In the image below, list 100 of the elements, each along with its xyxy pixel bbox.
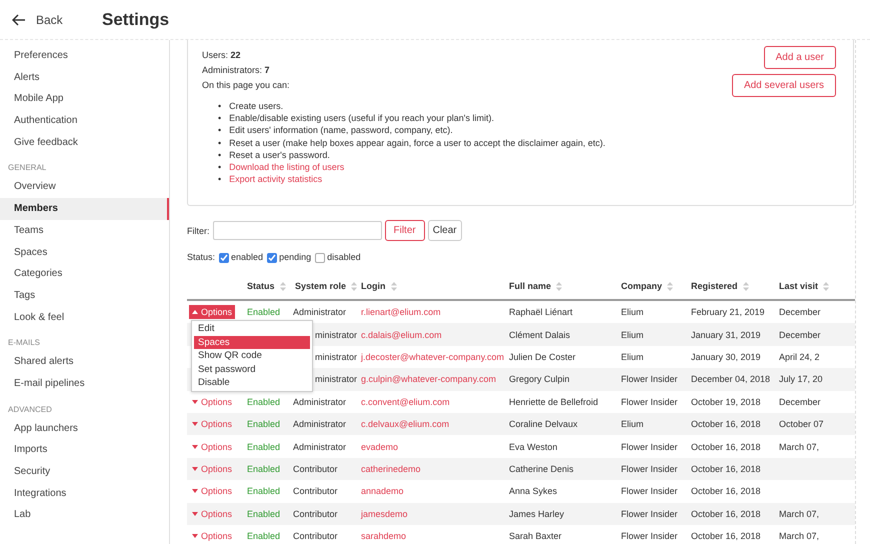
login-link[interactable]: j.decoster@whatever-company.com: [361, 352, 504, 362]
status-cell: Enabled: [247, 307, 280, 318]
add-user-button[interactable]: Add several users: [732, 74, 836, 97]
sidebar-item[interactable]: E-mail pipelines: [0, 372, 169, 395]
caret-icon[interactable]: [192, 489, 198, 494]
sidebar-item[interactable]: Overview: [0, 176, 169, 198]
login-link[interactable]: jamesdemo: [361, 508, 408, 519]
sidebar-item[interactable]: Imports: [0, 439, 169, 461]
status-cell: Enabled: [247, 396, 280, 407]
role-cell: ministrator: [315, 330, 358, 340]
menu-item[interactable]: Spaces: [194, 336, 310, 349]
date-cell: March 07,: [779, 531, 820, 542]
checkbox[interactable]: [267, 253, 278, 263]
sidebar-item[interactable]: Shared alerts: [0, 351, 169, 373]
caret-icon[interactable]: [192, 512, 198, 516]
login-link[interactable]: sarahdemo: [361, 531, 406, 542]
sidebar-item[interactable]: Spaces: [0, 242, 169, 264]
date-cell: February 21, 2019: [691, 307, 765, 318]
company-cell: Flower Insider: [621, 486, 678, 496]
page-title: Settings: [102, 10, 170, 30]
sidebar-item[interactable]: App launchers: [0, 418, 169, 440]
role-cell: Administrator: [293, 442, 346, 452]
caret-icon[interactable]: [192, 466, 198, 471]
options-button[interactable]: Options: [189, 484, 236, 498]
sidebar-item[interactable]: Look & feel: [0, 306, 169, 328]
back-arrow-icon[interactable]: [12, 14, 26, 26]
sidebar-item[interactable]: Categories: [0, 263, 169, 285]
filter-button[interactable]: Filter: [384, 220, 425, 241]
column-header[interactable]: Last visit: [779, 281, 818, 291]
company-cell: Flower Insider: [621, 396, 678, 407]
sidebar-item[interactable]: Give feedback: [0, 132, 169, 154]
name-cell: Coraline Delvaux: [509, 419, 578, 430]
sidebar-item[interactable]: Teams: [0, 220, 169, 242]
date-cell: December: [779, 396, 821, 407]
options-button[interactable]: Options: [189, 529, 236, 544]
sidebar-item[interactable]: Preferences: [0, 45, 169, 67]
options-button[interactable]: Options: [189, 394, 236, 409]
menu-item[interactable]: Edit: [194, 322, 310, 336]
column-header[interactable]: Full name: [509, 281, 552, 291]
caret-icon[interactable]: [192, 422, 198, 426]
login-link[interactable]: c.convent@elium.com: [361, 396, 450, 407]
role-cell: Administrator: [293, 419, 346, 430]
login-link[interactable]: annademo: [361, 486, 404, 496]
column-header[interactable]: Login: [361, 281, 386, 291]
options-button[interactable]: Options: [189, 305, 236, 320]
name-cell: Catherine Denis: [509, 464, 574, 474]
date-cell: April 24, 2: [779, 352, 820, 362]
options-button[interactable]: Options: [189, 440, 236, 454]
role-cell: Administrator: [293, 307, 346, 318]
company-cell: Flower Insider: [621, 442, 678, 452]
action-link[interactable]: Download the listing of users: [229, 161, 344, 174]
sidebar-item[interactable]: Mobile App: [0, 88, 169, 110]
column-header[interactable]: Registered: [691, 281, 738, 291]
bullet-icon: •: [218, 112, 222, 124]
menu-item[interactable]: Disable: [194, 376, 310, 390]
status-cell: Enabled: [247, 419, 280, 430]
filter-field[interactable]: [212, 221, 382, 240]
clear-button[interactable]: Clear: [428, 220, 462, 241]
bullet-icon: •: [218, 100, 222, 112]
column-header[interactable]: Company: [621, 281, 662, 291]
sidebar-item[interactable]: Members: [0, 198, 169, 220]
add-user-button[interactable]: Add a user: [764, 46, 836, 69]
checkbox[interactable]: [219, 253, 230, 263]
status-label: Status:: [187, 252, 216, 262]
sidebar-item[interactable]: Security: [0, 461, 169, 483]
sidebar-item[interactable]: Lab: [0, 504, 169, 526]
info-text: Administrators: 7: [202, 65, 271, 75]
login-link[interactable]: evademo: [361, 442, 398, 452]
status-cell: Enabled: [247, 464, 280, 474]
bullet-icon: •: [218, 136, 222, 149]
caret-icon[interactable]: [192, 400, 198, 404]
checkbox[interactable]: [315, 253, 326, 263]
sidebar-item[interactable]: Tags: [0, 284, 169, 307]
caret-icon[interactable]: [192, 444, 198, 449]
name-cell: Gregory Culpin: [509, 374, 570, 384]
name-cell: Henriette de Bellefroid: [509, 396, 598, 407]
login-link[interactable]: catherinedemo: [361, 464, 421, 474]
column-header[interactable]: System role: [295, 281, 346, 291]
date-cell: October 16, 2018: [691, 464, 761, 474]
sidebar-item[interactable]: Alerts: [0, 66, 169, 88]
menu-item[interactable]: Set password: [194, 362, 310, 376]
sidebar-item[interactable]: Integrations: [0, 482, 169, 504]
menu-item[interactable]: Show QR code: [194, 349, 310, 362]
column-header[interactable]: Status: [247, 281, 275, 291]
back-link[interactable]: Back: [36, 12, 63, 26]
date-cell: October 16, 2018: [691, 531, 761, 542]
name-cell: Eva Weston: [509, 442, 558, 452]
caret-icon[interactable]: [192, 310, 198, 314]
caret-icon[interactable]: [192, 534, 198, 538]
date-cell: January 31, 2019: [691, 330, 761, 340]
action-link[interactable]: Export activity statistics: [229, 173, 322, 186]
role-cell: Contributor: [293, 486, 338, 496]
section-heading: ADVANCED: [7, 404, 53, 414]
name-cell: Julien De Coster: [509, 352, 576, 362]
role-cell: ministrator: [315, 374, 358, 384]
login-link[interactable]: r.lienart@elium.com: [361, 307, 441, 318]
bullet-icon: •: [218, 124, 222, 137]
name-cell: Anna Sykes: [509, 486, 558, 496]
date-cell: January 30, 2019: [691, 352, 761, 362]
sidebar-item[interactable]: Authentication: [0, 110, 169, 132]
